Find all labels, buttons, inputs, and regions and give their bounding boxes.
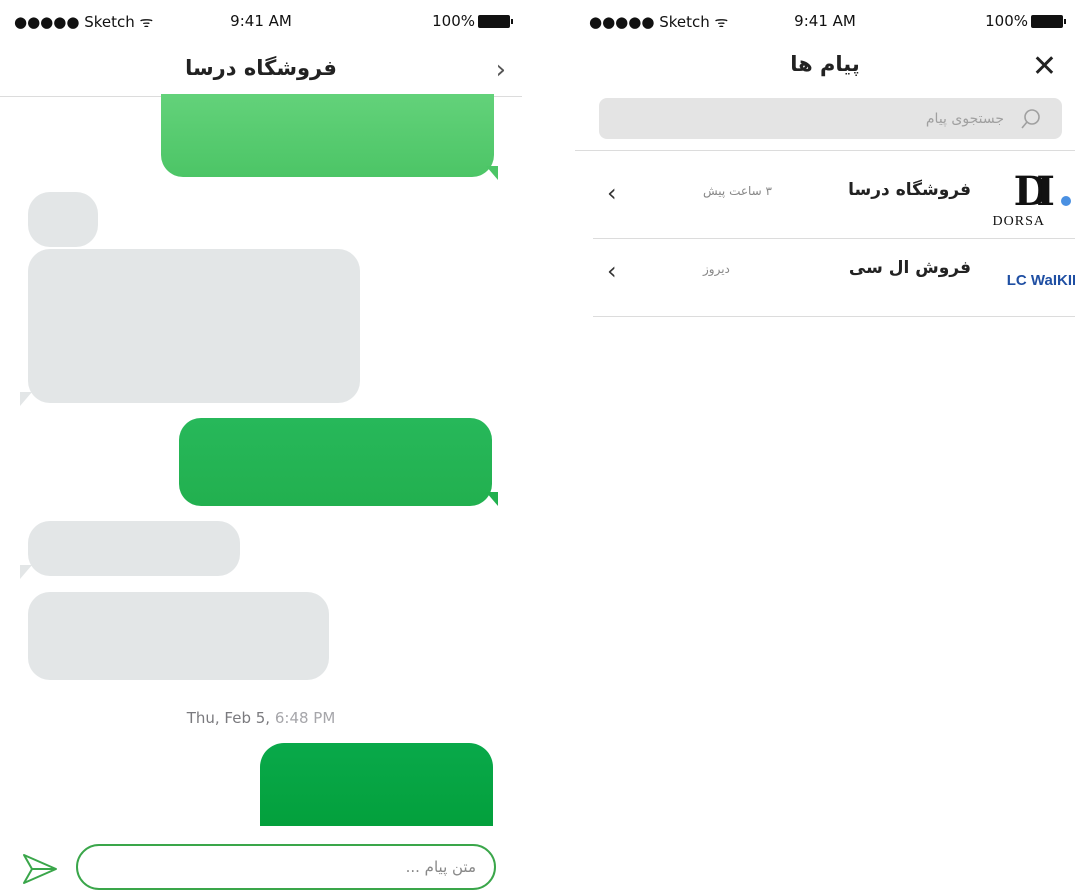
outgoing-message[interactable] [161, 94, 494, 177]
time-label: 6:48 PM [274, 709, 336, 727]
conversation-row-dorsa[interactable]: DI DORSA فروشگاه درسا ۳ ساعت پیش ‹ [593, 160, 1075, 239]
message-composer [0, 826, 522, 894]
status-bar: ●●●●● Sketch ᯤ 9:41 AM 100% [575, 0, 1075, 40]
incoming-message[interactable] [28, 521, 240, 576]
battery-indicator: 100% [985, 12, 1066, 30]
bubble-tail [486, 492, 498, 506]
incoming-message[interactable] [28, 592, 329, 680]
divider [575, 150, 1075, 151]
message-input[interactable] [76, 844, 496, 890]
bubble-tail [486, 166, 498, 180]
paper-plane-icon[interactable] [20, 849, 60, 889]
dorsa-logo: DI DORSA [983, 168, 1056, 232]
date-label: Thu, Feb 5, [186, 709, 271, 727]
chat-date-separator: Thu, Feb 5, 6:48 PM [0, 709, 522, 727]
incoming-message[interactable] [28, 192, 98, 247]
conversation-time: ۳ ساعت پیش [703, 184, 772, 198]
battery-indicator: 100% [432, 12, 513, 30]
outgoing-message[interactable] [179, 418, 492, 506]
conversation-time: دیروز [703, 262, 730, 276]
chevron-left-icon[interactable]: ‹ [607, 180, 617, 206]
search-icon [1021, 109, 1040, 129]
status-bar: ●●●●● Sketch ᯤ 9:41 AM 100% [0, 0, 522, 40]
messages-list-screen: ●●●●● Sketch ᯤ 9:41 AM 100% پیام ها ✕ DI… [575, 0, 1075, 894]
conversation-name: فروش ال سی [848, 258, 971, 278]
bubble-tail [20, 392, 32, 406]
battery-icon [1031, 14, 1066, 28]
chat-screen: ●●●●● Sketch ᯤ 9:41 AM 100% فروشگاه درسا… [0, 0, 522, 894]
dorsa-logo-text: DORSA [992, 214, 1045, 229]
list-header: پیام ها ✕ [575, 44, 1075, 90]
conversation-row-lcw[interactable]: LC WaIKIKI فروش ال سی دیروز ‹ [593, 238, 1075, 317]
lcw-logo-text: LC WaIKIKI [1006, 272, 1075, 289]
outgoing-message[interactable] [260, 743, 493, 827]
search-input[interactable] [599, 98, 1062, 139]
chat-header: فروشگاه درسا › [0, 44, 522, 97]
conversation-name: فروشگاه درسا [848, 180, 971, 200]
unread-indicator [1061, 196, 1071, 206]
page-title: پیام ها [790, 52, 860, 76]
search-bar [599, 98, 1062, 139]
chevron-right-icon[interactable]: › [496, 56, 506, 84]
dorsa-logo-mark: DI [1013, 168, 1056, 215]
close-icon[interactable]: ✕ [1032, 52, 1057, 82]
chat-title: فروشگاه درسا [185, 56, 337, 80]
incoming-message[interactable] [28, 249, 360, 403]
battery-icon [478, 14, 513, 28]
bubble-tail [20, 565, 32, 579]
chevron-left-icon[interactable]: ‹ [607, 258, 617, 284]
lcw-logo: LC WaIKIKI [1007, 250, 1075, 310]
